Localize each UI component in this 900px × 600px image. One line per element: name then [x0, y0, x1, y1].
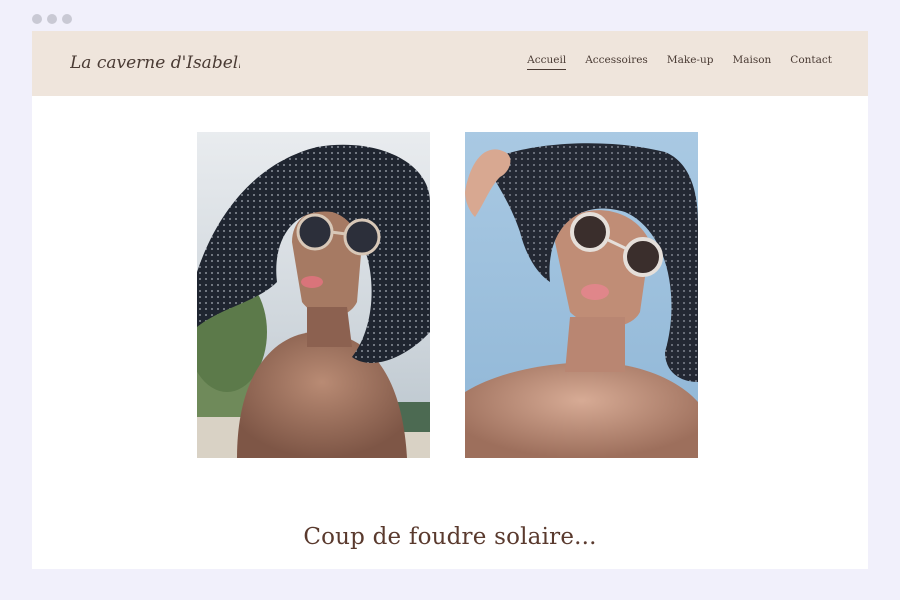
gallery-photo-right[interactable]: [465, 132, 698, 458]
window-dot-icon: [47, 14, 57, 24]
window-controls: [32, 14, 72, 24]
gallery-photo-left[interactable]: [197, 132, 430, 458]
nav-item-accueil[interactable]: Accueil: [527, 54, 567, 70]
window-dot-icon: [62, 14, 72, 24]
site-header: La caverne d'Isabella Accueil Accessoire…: [32, 31, 868, 96]
window-dot-icon: [32, 14, 42, 24]
logo-text: La caverne d'Isabella: [70, 53, 240, 73]
nav-item-make-up[interactable]: Make-up: [667, 54, 714, 70]
nav-item-accessoires[interactable]: Accessoires: [585, 54, 648, 70]
nav-item-maison[interactable]: Maison: [732, 54, 771, 70]
main-nav: Accueil Accessoires Make-up Maison Conta…: [527, 54, 832, 70]
browser-window: La caverne d'Isabella Accueil Accessoire…: [32, 31, 868, 569]
site-logo[interactable]: La caverne d'Isabella: [70, 44, 240, 78]
photo-gallery: [197, 132, 698, 458]
page-headline: Coup de foudre solaire...: [303, 524, 597, 550]
nav-item-contact[interactable]: Contact: [790, 54, 832, 70]
